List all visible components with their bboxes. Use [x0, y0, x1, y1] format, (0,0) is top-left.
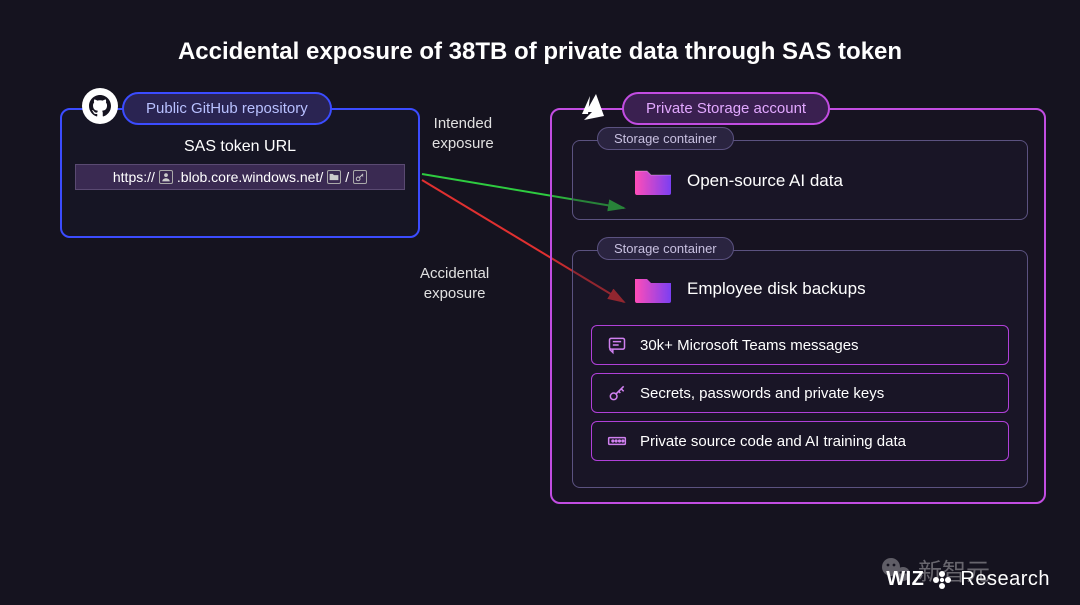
github-pill: Public GitHub repository	[122, 92, 332, 125]
url-prefix: https://	[113, 169, 155, 185]
item-label: Private source code and AI training data	[640, 433, 906, 450]
item-label: Secrets, passwords and private keys	[640, 385, 884, 402]
storage-pill: Private Storage account	[622, 92, 830, 125]
password-icon	[606, 430, 628, 452]
folder-icon	[633, 273, 673, 305]
key-icon	[606, 382, 628, 404]
sas-token-label: SAS token URL	[62, 138, 418, 156]
azure-icon	[578, 90, 610, 122]
container1-label: Storage container	[597, 127, 734, 150]
github-icon	[82, 88, 118, 124]
wiz-logo-text: WIZ	[886, 568, 924, 591]
footer-brand: WIZ Research	[886, 568, 1050, 591]
url-mid: .blob.core.windows.net/	[177, 169, 323, 185]
opensource-ai-data-label: Open-source AI data	[687, 171, 843, 191]
intended-exposure-label: Intended exposure	[432, 114, 494, 153]
page-title: Accidental exposure of 38TB of private d…	[0, 0, 1080, 96]
folder-small-icon	[327, 170, 341, 184]
research-text: Research	[960, 568, 1050, 591]
accidental-exposure-label: Accidental exposure	[420, 264, 489, 303]
diagram-canvas: Intended exposure Accidental exposure Pu…	[0, 96, 1080, 576]
storage-account-box: Private Storage account Storage containe…	[550, 108, 1046, 504]
flower-icon	[932, 570, 952, 590]
github-repo-box: Public GitHub repository SAS token URL h…	[60, 108, 420, 238]
key-small-icon	[353, 170, 367, 184]
sas-url-bar: https:// .blob.core.windows.net/ /	[75, 164, 405, 190]
url-sep: /	[345, 169, 349, 185]
chat-icon	[606, 334, 628, 356]
item-teams-messages: 30k+ Microsoft Teams messages	[591, 325, 1009, 365]
employee-backups-label: Employee disk backups	[687, 279, 866, 299]
item-source-code: Private source code and AI training data	[591, 421, 1009, 461]
storage-container-2: Storage container Employee disk backups …	[572, 250, 1028, 488]
item-secrets: Secrets, passwords and private keys	[591, 373, 1009, 413]
item-label: 30k+ Microsoft Teams messages	[640, 337, 859, 354]
user-icon	[159, 170, 173, 184]
storage-container-1: Storage container Open-source AI data	[572, 140, 1028, 220]
container2-label: Storage container	[597, 237, 734, 260]
folder-icon	[633, 165, 673, 197]
